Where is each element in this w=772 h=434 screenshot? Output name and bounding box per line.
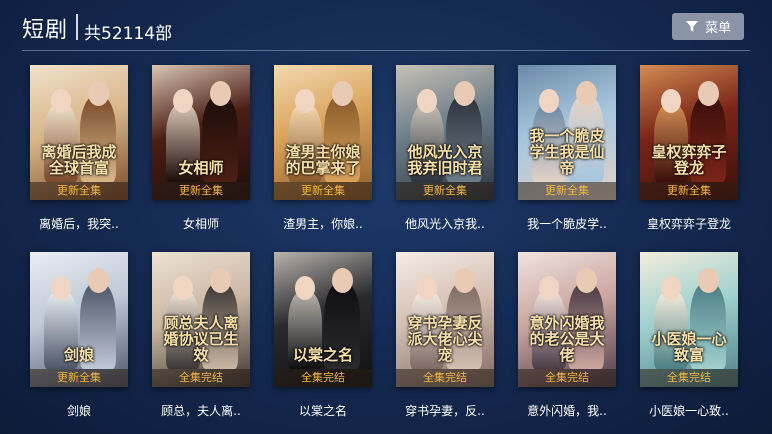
status-badge: 更新全集: [30, 369, 128, 387]
poster-face: [295, 276, 315, 300]
poster-face: [210, 268, 231, 293]
drama-title: 穿书孕妻，反..: [405, 404, 485, 418]
drama-card[interactable]: 我一个脆皮学生我是仙帝更新全集我一个脆皮学..: [518, 65, 616, 231]
drama-card[interactable]: 以棠之名 全集完结 以棠之名: [274, 252, 372, 418]
status-badge: 更新全集: [30, 182, 128, 200]
drama-title: 他风光入京我..: [405, 217, 485, 231]
menu-button[interactable]: 菜单: [672, 13, 744, 40]
poster-face: [576, 268, 597, 293]
poster-face: [88, 81, 109, 106]
drama-poster[interactable]: 以棠之名 全集完结: [274, 252, 372, 387]
poster-face: [332, 81, 353, 106]
poster-title-art: 渣男主你娘的巴掌来了: [285, 143, 361, 177]
status-badge: 更新全集: [518, 182, 616, 200]
drama-title: 皇权弈弈子登龙: [646, 217, 731, 231]
drama-poster[interactable]: 皇权弈弈子登龙更新全集: [640, 65, 738, 200]
status-badge: 全集完结: [274, 369, 372, 387]
poster-title-art: 皇权弈弈子登龙: [651, 143, 727, 177]
drama-card[interactable]: 他风光入京我弃旧时君更新全集他风光入京我..: [396, 65, 494, 231]
poster-face: [539, 276, 559, 300]
drama-title: 意外闪婚，我..: [527, 404, 607, 418]
poster-face: [661, 276, 681, 300]
drama-card[interactable]: 渣男主你娘的巴掌来了更新全集渣男主，你娘..: [274, 65, 372, 231]
poster-face: [51, 276, 71, 300]
drama-poster[interactable]: 离婚后我成全球首富更新全集: [30, 65, 128, 200]
drama-card[interactable]: 顾总夫人离婚协议已生效全集完结顾总，夫人离..: [152, 252, 250, 418]
poster-title-art: 穿书孕妻反派大佬心尖宠: [407, 314, 483, 364]
drama-title: 以棠之名: [298, 404, 347, 418]
poster-title-art: 剑娘: [63, 346, 94, 364]
poster-face: [332, 268, 353, 293]
status-badge: 全集完结: [152, 369, 250, 387]
poster-title-art: 顾总夫人离婚协议已生效: [163, 314, 239, 364]
poster-face: [661, 89, 681, 113]
drama-poster[interactable]: 意外闪婚我的老公是大佬全集完结: [518, 252, 616, 387]
poster-title-art: 他风光入京我弃旧时君: [407, 143, 483, 177]
poster-face: [295, 89, 315, 113]
title-divider: [76, 14, 78, 40]
drama-card[interactable]: 离婚后我成全球首富更新全集离婚后，我突..: [30, 65, 128, 231]
header-bar: 短剧 共52114部 菜单: [0, 0, 772, 52]
drama-poster[interactable]: 渣男主你娘的巴掌来了更新全集: [274, 65, 372, 200]
drama-poster[interactable]: 顾总夫人离婚协议已生效全集完结: [152, 252, 250, 387]
status-badge: 更新全集: [152, 182, 250, 200]
drama-card[interactable]: 皇权弈弈子登龙 更新全集 皇权弈弈子登龙: [640, 65, 738, 231]
status-badge: 更新全集: [396, 182, 494, 200]
poster-face: [173, 276, 193, 300]
poster-face: [417, 276, 437, 300]
drama-card[interactable]: 女相师 更新全集 女相师: [152, 65, 250, 231]
drama-poster[interactable]: 他风光入京我弃旧时君更新全集: [396, 65, 494, 200]
drama-card[interactable]: 穿书孕妻反派大佬心尖宠全集完结穿书孕妻，反..: [396, 252, 494, 418]
poster-title-art: 以棠之名: [292, 346, 353, 364]
drama-card[interactable]: 剑娘 更新全集 剑娘: [30, 252, 128, 418]
poster-title-art: 离婚后我成全球首富: [41, 143, 117, 177]
drama-poster[interactable]: 穿书孕妻反派大佬心尖宠全集完结: [396, 252, 494, 387]
drama-title: 小医娘一心致..: [649, 404, 729, 418]
drama-title: 女相师: [182, 217, 219, 231]
poster-face: [88, 268, 109, 293]
drama-title: 顾总，夫人离..: [161, 404, 241, 418]
filter-icon: [685, 20, 699, 33]
header-divider: [22, 50, 750, 51]
status-badge: 更新全集: [640, 182, 738, 200]
drama-poster[interactable]: 女相师 更新全集: [152, 65, 250, 200]
poster-face: [539, 89, 559, 113]
poster-title-art: 女相师: [178, 159, 224, 177]
poster-face: [698, 268, 719, 293]
poster-title-art: 小医娘一心致富: [651, 330, 727, 364]
poster-face: [698, 81, 719, 106]
poster-face: [210, 81, 231, 106]
poster-face: [454, 268, 475, 293]
total-count: 共52114部: [84, 24, 173, 44]
menu-label: 菜单: [704, 21, 731, 36]
poster-title-art: 我一个脆皮学生我是仙帝: [529, 127, 605, 177]
poster-title-art: 意外闪婚我的老公是大佬: [529, 314, 605, 364]
status-badge: 全集完结: [640, 369, 738, 387]
drama-card[interactable]: 意外闪婚我的老公是大佬全集完结意外闪婚，我..: [518, 252, 616, 418]
drama-poster[interactable]: 小医娘一心致富全集完结: [640, 252, 738, 387]
status-badge: 全集完结: [396, 369, 494, 387]
drama-card[interactable]: 小医娘一心致富全集完结小医娘一心致..: [640, 252, 738, 418]
drama-title: 剑娘: [66, 404, 91, 418]
poster-face: [454, 81, 475, 106]
drama-title: 渣男主，你娘..: [283, 217, 363, 231]
drama-title: 我一个脆皮学..: [527, 217, 607, 231]
poster-face: [417, 89, 437, 113]
status-badge: 更新全集: [274, 182, 372, 200]
drama-poster[interactable]: 剑娘 更新全集: [30, 252, 128, 387]
poster-face: [576, 81, 597, 106]
drama-poster[interactable]: 我一个脆皮学生我是仙帝更新全集: [518, 65, 616, 200]
status-badge: 全集完结: [518, 369, 616, 387]
poster-face: [173, 89, 193, 113]
poster-face: [51, 89, 71, 113]
page-title: 短剧: [22, 18, 69, 43]
drama-title: 离婚后，我突..: [39, 217, 119, 231]
